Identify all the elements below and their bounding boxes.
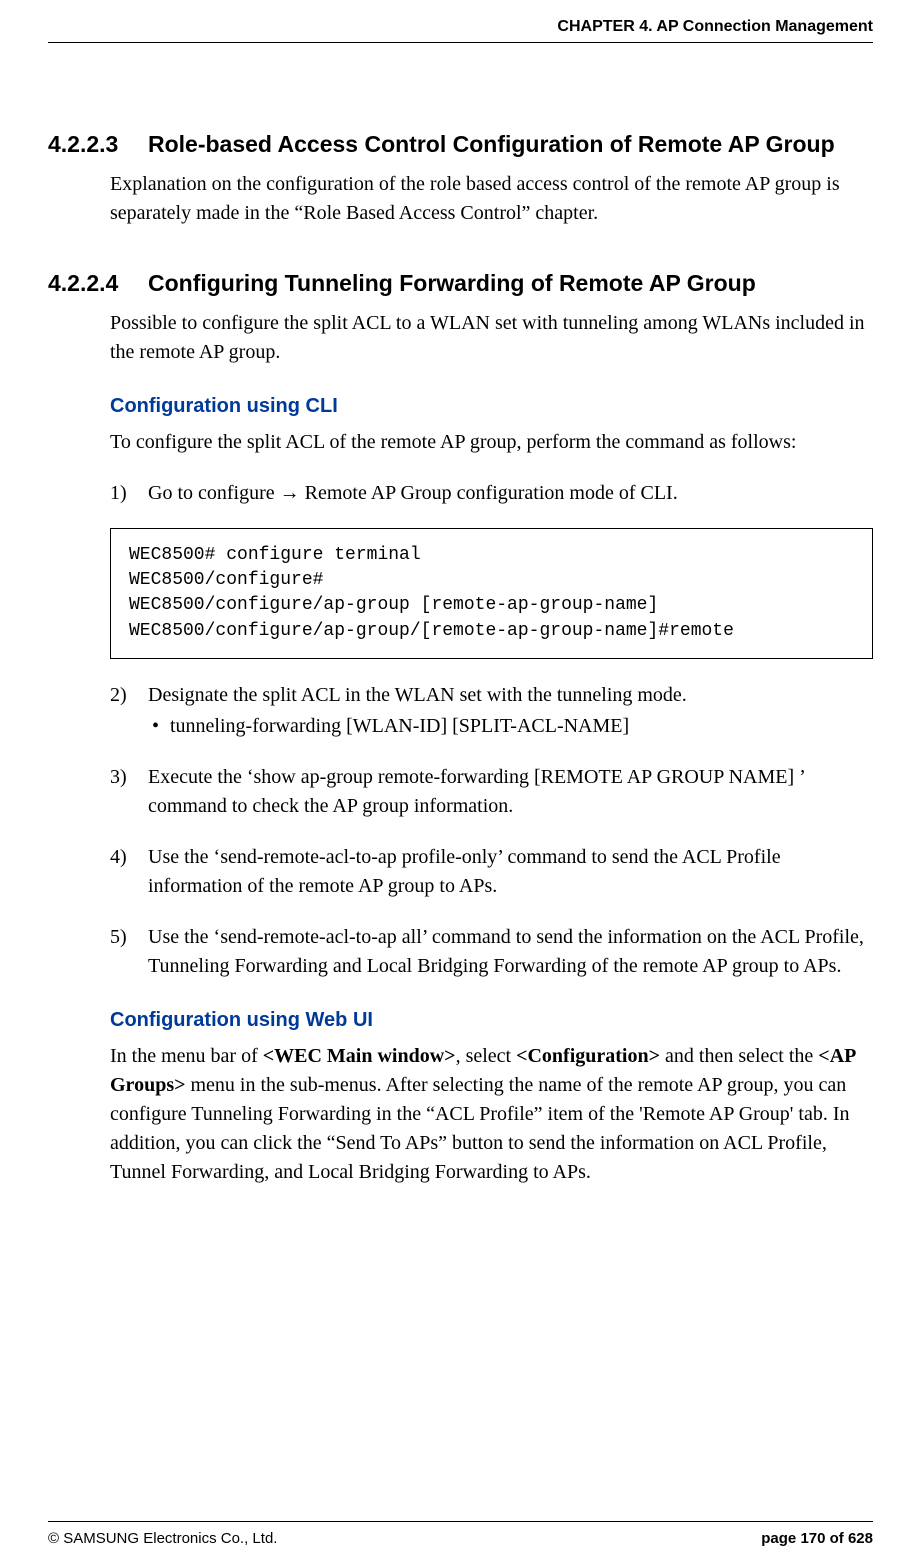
- cli-heading: Configuration using CLI: [110, 395, 873, 418]
- cli-step-text: Execute the ‘show ap-group remote-forwar…: [148, 766, 804, 817]
- webui-heading: Configuration using Web UI: [110, 1009, 873, 1032]
- webui-body: In the menu bar of <WEC Main window>, se…: [110, 1042, 873, 1187]
- webui-text-part: In the menu bar of: [110, 1045, 263, 1067]
- footer-page-number: page 170 of 628: [761, 1530, 873, 1547]
- code-block: WEC8500# configure terminal WEC8500/conf…: [110, 528, 873, 659]
- document-page: CHAPTER 4. AP Connection Management 4.2.…: [0, 0, 921, 1565]
- section-title: Role-based Access Control Configuration …: [148, 131, 835, 158]
- section-heading-4224: 4.2.2.4 Configuring Tunneling Forwarding…: [48, 270, 873, 297]
- list-number: 2): [110, 681, 127, 710]
- webui-text-part: and then select the: [660, 1045, 818, 1067]
- list-number: 5): [110, 923, 127, 952]
- cli-step-text: Designate the split ACL in the WLAN set …: [148, 684, 687, 706]
- section-number: 4.2.2.4: [48, 270, 148, 297]
- section-number: 4.2.2.3: [48, 131, 148, 158]
- cli-step-5: 5) Use the ‘send-remote-acl-to-ap all’ c…: [110, 923, 873, 981]
- cli-step-text: Use the ‘send-remote-acl-to-ap profile-o…: [148, 846, 781, 897]
- chapter-title: CHAPTER 4. AP Connection Management: [557, 18, 873, 35]
- footer-copyright: © SAMSUNG Electronics Co., Ltd.: [48, 1530, 277, 1547]
- cli-step-2: 2) Designate the split ACL in the WLAN s…: [110, 681, 873, 741]
- page-footer: © SAMSUNG Electronics Co., Ltd. page 170…: [48, 1521, 873, 1565]
- cli-step-bullet: tunneling-forwarding [WLAN-ID] [SPLIT-AC…: [148, 712, 873, 741]
- webui-text-part: menu in the sub-menus. After selecting t…: [110, 1074, 850, 1183]
- cli-step-3: 3) Execute the ‘show ap-group remote-for…: [110, 763, 873, 821]
- list-number: 4): [110, 843, 127, 872]
- section-heading-4223: 4.2.2.3 Role-based Access Control Config…: [48, 131, 873, 158]
- cli-step-1: 1) Go to configure → Remote AP Group con…: [110, 479, 873, 508]
- cli-steps-list: 1) Go to configure → Remote AP Group con…: [110, 479, 873, 508]
- section-body-4223: Explanation on the configuration of the …: [110, 170, 873, 228]
- cli-step-text: Go to configure → Remote AP Group config…: [148, 482, 678, 504]
- list-number: 1): [110, 479, 127, 508]
- cli-intro: To configure the split ACL of the remote…: [110, 428, 873, 457]
- webui-bold-configuration: <Configuration>: [516, 1045, 660, 1067]
- section-title: Configuring Tunneling Forwarding of Remo…: [148, 270, 756, 297]
- cli-step-text: Use the ‘send-remote-acl-to-ap all’ comm…: [148, 926, 864, 977]
- page-header: CHAPTER 4. AP Connection Management: [48, 0, 873, 43]
- cli-step-4: 4) Use the ‘send-remote-acl-to-ap profil…: [110, 843, 873, 901]
- webui-bold-wec: <WEC Main window>: [263, 1045, 456, 1067]
- cli-steps-list-cont: 2) Designate the split ACL in the WLAN s…: [110, 681, 873, 981]
- section-body-4224: Possible to configure the split ACL to a…: [110, 309, 873, 367]
- page-content: 4.2.2.3 Role-based Access Control Config…: [48, 43, 873, 1521]
- webui-text-part: , select: [456, 1045, 517, 1067]
- list-number: 3): [110, 763, 127, 792]
